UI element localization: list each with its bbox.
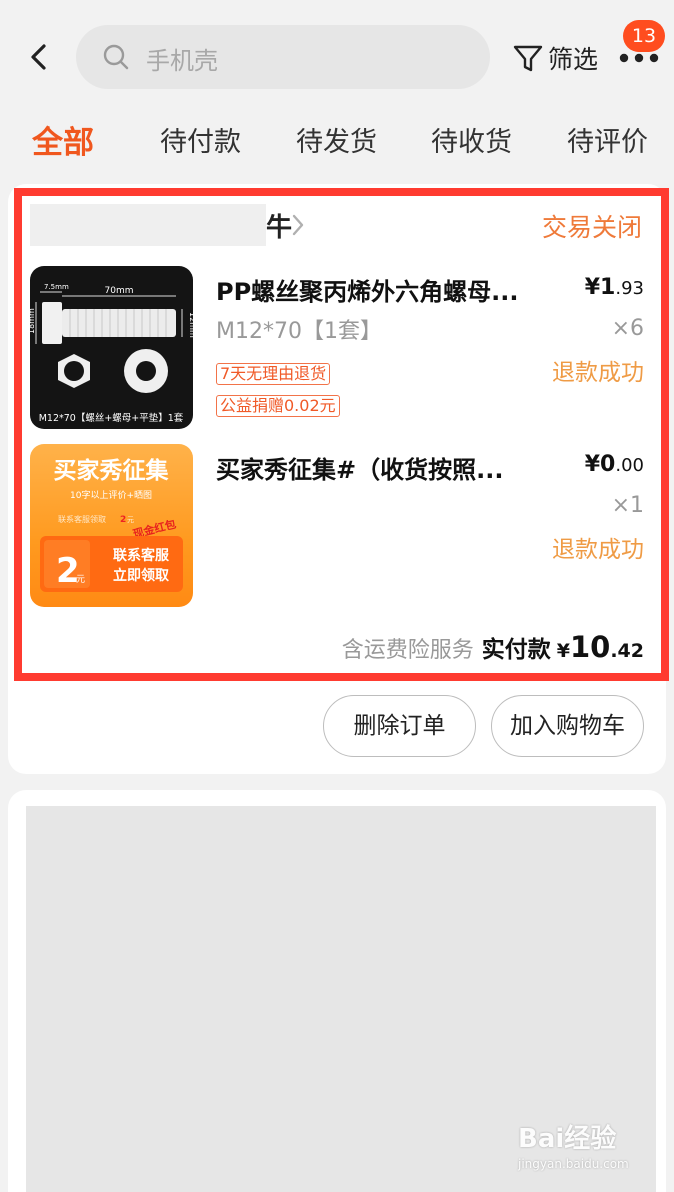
- message-count-badge: 13: [623, 20, 665, 52]
- filter-button[interactable]: 筛选: [512, 38, 598, 78]
- tab-pending-review[interactable]: 待评价: [567, 120, 648, 159]
- order-tabs: 全部 待付款 待发货 待收货 待评价: [0, 112, 674, 170]
- tab-pending-receipt[interactable]: 待收货: [431, 120, 512, 159]
- add-to-cart-button[interactable]: 加入购物车: [491, 695, 644, 757]
- filter-icon: [513, 45, 543, 72]
- watermark-url: jingyan.baidu.com: [518, 1157, 629, 1171]
- search-bar[interactable]: 手机壳: [76, 25, 490, 89]
- back-arrow-icon[interactable]: [22, 40, 56, 74]
- delete-order-button[interactable]: 删除订单: [323, 695, 476, 757]
- watermark-logo: Bai经验: [518, 1124, 617, 1154]
- tab-pending-shipment[interactable]: 待发货: [296, 120, 377, 159]
- highlight-frame: [14, 188, 669, 681]
- header: 手机壳 筛选 13: [0, 0, 674, 112]
- search-icon: [103, 44, 129, 70]
- order-list-page: 手机壳 筛选 13 全部 待付款 待发货 待收货 待评价 牛 交易关闭 70mm…: [0, 0, 674, 1192]
- tab-pending-payment[interactable]: 待付款: [160, 120, 241, 159]
- watermark: Bai经验 jingyan.baidu.com: [518, 1118, 629, 1171]
- filter-label: 筛选: [548, 45, 599, 74]
- more-icon[interactable]: [618, 50, 660, 66]
- search-placeholder: 手机壳: [146, 47, 218, 75]
- tab-all[interactable]: 全部: [32, 117, 94, 162]
